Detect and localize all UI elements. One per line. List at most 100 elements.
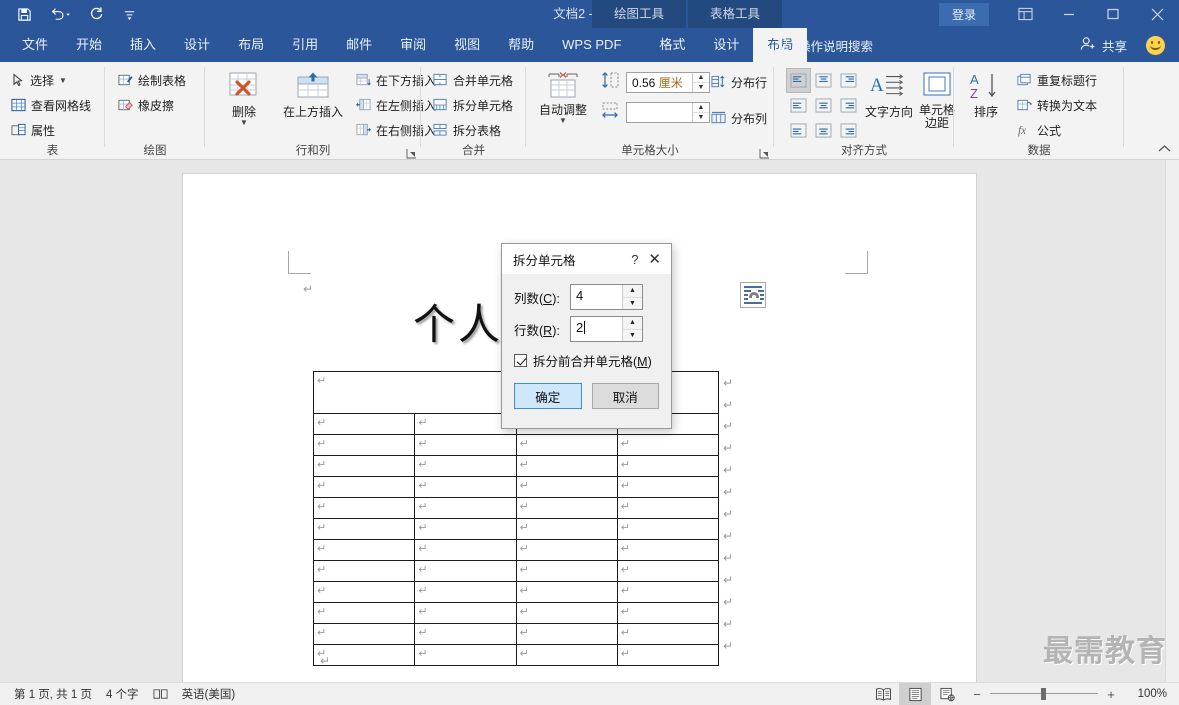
columns-up-icon[interactable]: ▲ — [623, 285, 642, 298]
table-row[interactable]: ↵ ↵ ↵ ↵ — [312, 623, 720, 645]
column-width-down-icon[interactable]: ▼ — [693, 113, 709, 122]
table-cell[interactable]: ↵ — [312, 497, 416, 519]
table-cell[interactable]: ↵ — [616, 455, 720, 477]
table-row[interactable]: ↵ ↵ ↵ ↵ — [312, 497, 720, 519]
table-cell[interactable]: ↵ — [515, 476, 618, 498]
align-top-center-button[interactable] — [811, 68, 836, 93]
table-cell[interactable]: ↵ — [515, 518, 618, 540]
column-width-up-icon[interactable]: ▲ — [693, 103, 709, 113]
table-cell[interactable]: ↵ — [312, 581, 416, 603]
align-bottom-center-button[interactable] — [811, 118, 836, 143]
text-direction-button[interactable]: A 文字方向 — [863, 68, 915, 119]
table-cell[interactable]: ↵ — [515, 539, 618, 561]
rows-up-icon[interactable]: ▲ — [623, 317, 642, 330]
table-cell[interactable]: ↵ — [312, 560, 416, 582]
columns-stepper[interactable]: ▲ ▼ — [622, 285, 642, 309]
draw-table-button[interactable]: 绘制表格 — [115, 68, 189, 92]
split-cells-button[interactable]: 拆分单元格 — [430, 93, 516, 117]
zoom-slider-thumb[interactable] — [1041, 688, 1046, 700]
table-cell[interactable]: ↵ — [515, 434, 618, 456]
delete-dropdown-icon[interactable]: ▼ — [240, 119, 248, 127]
table-row[interactable]: ↵ ↵ ↵ ↵ — [312, 644, 720, 666]
rows-stepper[interactable]: ▲ ▼ — [622, 317, 642, 341]
align-center-left-button[interactable] — [786, 93, 811, 118]
align-center-button[interactable] — [811, 93, 836, 118]
split-table-button[interactable]: 拆分表格 — [430, 118, 504, 142]
tab-mailings[interactable]: 邮件 — [332, 28, 386, 62]
table-cell[interactable]: ↵ — [414, 455, 517, 477]
table-cell[interactable]: ↵ — [312, 539, 416, 561]
proofing-errors-icon[interactable] — [153, 687, 168, 701]
table-row[interactable]: ↵ ↵ ↵ ↵ — [312, 434, 720, 456]
tab-review[interactable]: 审阅 — [386, 28, 440, 62]
tell-me-search[interactable]: 操作说明搜索 — [775, 28, 873, 62]
table-row[interactable]: ↵ ↵ ↵ ↵ — [312, 581, 720, 603]
cancel-button[interactable]: 取消 — [591, 383, 659, 409]
table-cell[interactable]: ↵ — [515, 602, 618, 624]
autofit-button[interactable]: 自动调整 ▼ — [534, 68, 592, 125]
align-top-left-button[interactable] — [786, 68, 811, 93]
table-cell[interactable]: ↵ — [414, 623, 517, 645]
merge-before-split-checkbox-row[interactable]: 拆分前合并单元格(M) — [514, 351, 659, 370]
sort-button[interactable]: AZ 排序 — [962, 68, 1010, 119]
table-cell[interactable]: ↵ — [515, 455, 618, 477]
table-cell[interactable]: ↵ — [515, 497, 618, 519]
table-cell[interactable]: ↵ — [312, 476, 416, 498]
tab-wps-pdf[interactable]: WPS PDF — [548, 28, 635, 62]
table-cell[interactable]: ↵ — [616, 560, 720, 582]
table-cell[interactable]: ↵ — [616, 476, 720, 498]
distribute-rows-button[interactable]: 分布行 — [708, 70, 770, 94]
tab-table-format[interactable]: 格式 — [645, 28, 699, 62]
close-icon[interactable] — [1135, 0, 1179, 28]
table-row[interactable]: ↵ ↵ ↵ ↵ — [312, 539, 720, 561]
eraser-button[interactable]: 橡皮擦 — [115, 93, 177, 117]
table-row[interactable]: ↵ ↵ ↵ ↵ — [312, 560, 720, 582]
table-cell[interactable]: ↵ — [616, 434, 720, 456]
view-gridlines-button[interactable]: 查看网格线 — [8, 93, 94, 117]
tab-references[interactable]: 引用 — [278, 28, 332, 62]
minimize-icon[interactable] — [1047, 0, 1091, 28]
table-cell[interactable]: ↵ — [515, 560, 618, 582]
share-button[interactable]: 共享 — [1080, 28, 1127, 62]
table-cell[interactable]: ↵ — [312, 455, 416, 477]
table-cell[interactable]: ↵ — [414, 518, 517, 540]
zoom-out-button[interactable]: − — [971, 687, 983, 702]
autofit-dropdown-icon[interactable]: ▼ — [559, 117, 567, 125]
align-center-right-button[interactable] — [836, 93, 861, 118]
table-cell[interactable]: ↵ — [616, 581, 720, 603]
formula-button[interactable]: fx 公式 — [1014, 118, 1064, 142]
table-cell[interactable]: ↵ — [312, 434, 416, 456]
zoom-in-button[interactable]: + — [1105, 687, 1117, 702]
contextual-tab-table-tools[interactable]: 表格工具 — [688, 0, 783, 28]
tab-page-layout[interactable]: 布局 — [224, 28, 278, 62]
column-width-stepper[interactable]: ▲ ▼ — [692, 103, 709, 122]
table-cell[interactable]: ↵ — [616, 497, 720, 519]
align-bottom-right-button[interactable] — [836, 118, 861, 143]
insert-above-button[interactable]: 在上方插入 — [277, 68, 349, 119]
sign-in-button[interactable]: 登录 — [938, 2, 989, 26]
align-bottom-left-button[interactable] — [786, 118, 811, 143]
select-button[interactable]: 选择 ▼ — [8, 68, 70, 92]
distribute-columns-button[interactable]: 分布列 — [708, 106, 770, 130]
table-cell[interactable]: ↵ — [414, 581, 517, 603]
rows-down-icon[interactable]: ▼ — [623, 330, 642, 342]
web-layout-button[interactable] — [931, 683, 963, 705]
delete-button[interactable]: 删除 ▼ — [215, 68, 273, 127]
language-indicator[interactable]: 英语(美国) — [182, 686, 236, 702]
row-height-stepper[interactable]: ▲ ▼ — [692, 73, 709, 92]
cell-size-dialog-launcher[interactable] — [759, 146, 770, 159]
layout-options-icon[interactable] — [740, 282, 766, 308]
table-cell[interactable]: ↵ — [414, 497, 517, 519]
zoom-level[interactable]: 100% — [1129, 688, 1167, 700]
tab-view[interactable]: 视图 — [440, 28, 494, 62]
table-cell[interactable]: ↵ — [616, 623, 720, 645]
table-cell[interactable]: ↵ — [414, 644, 517, 666]
table-cell[interactable]: ↵ — [414, 434, 517, 456]
align-top-right-button[interactable] — [836, 68, 861, 93]
maximize-icon[interactable] — [1091, 0, 1135, 28]
table-cell[interactable]: ↵ — [515, 644, 618, 666]
tab-table-design[interactable]: 设计 — [699, 28, 753, 62]
tab-design[interactable]: 设计 — [170, 28, 224, 62]
tab-help[interactable]: 帮助 — [494, 28, 548, 62]
feedback-smiley-icon[interactable] — [1146, 36, 1165, 55]
